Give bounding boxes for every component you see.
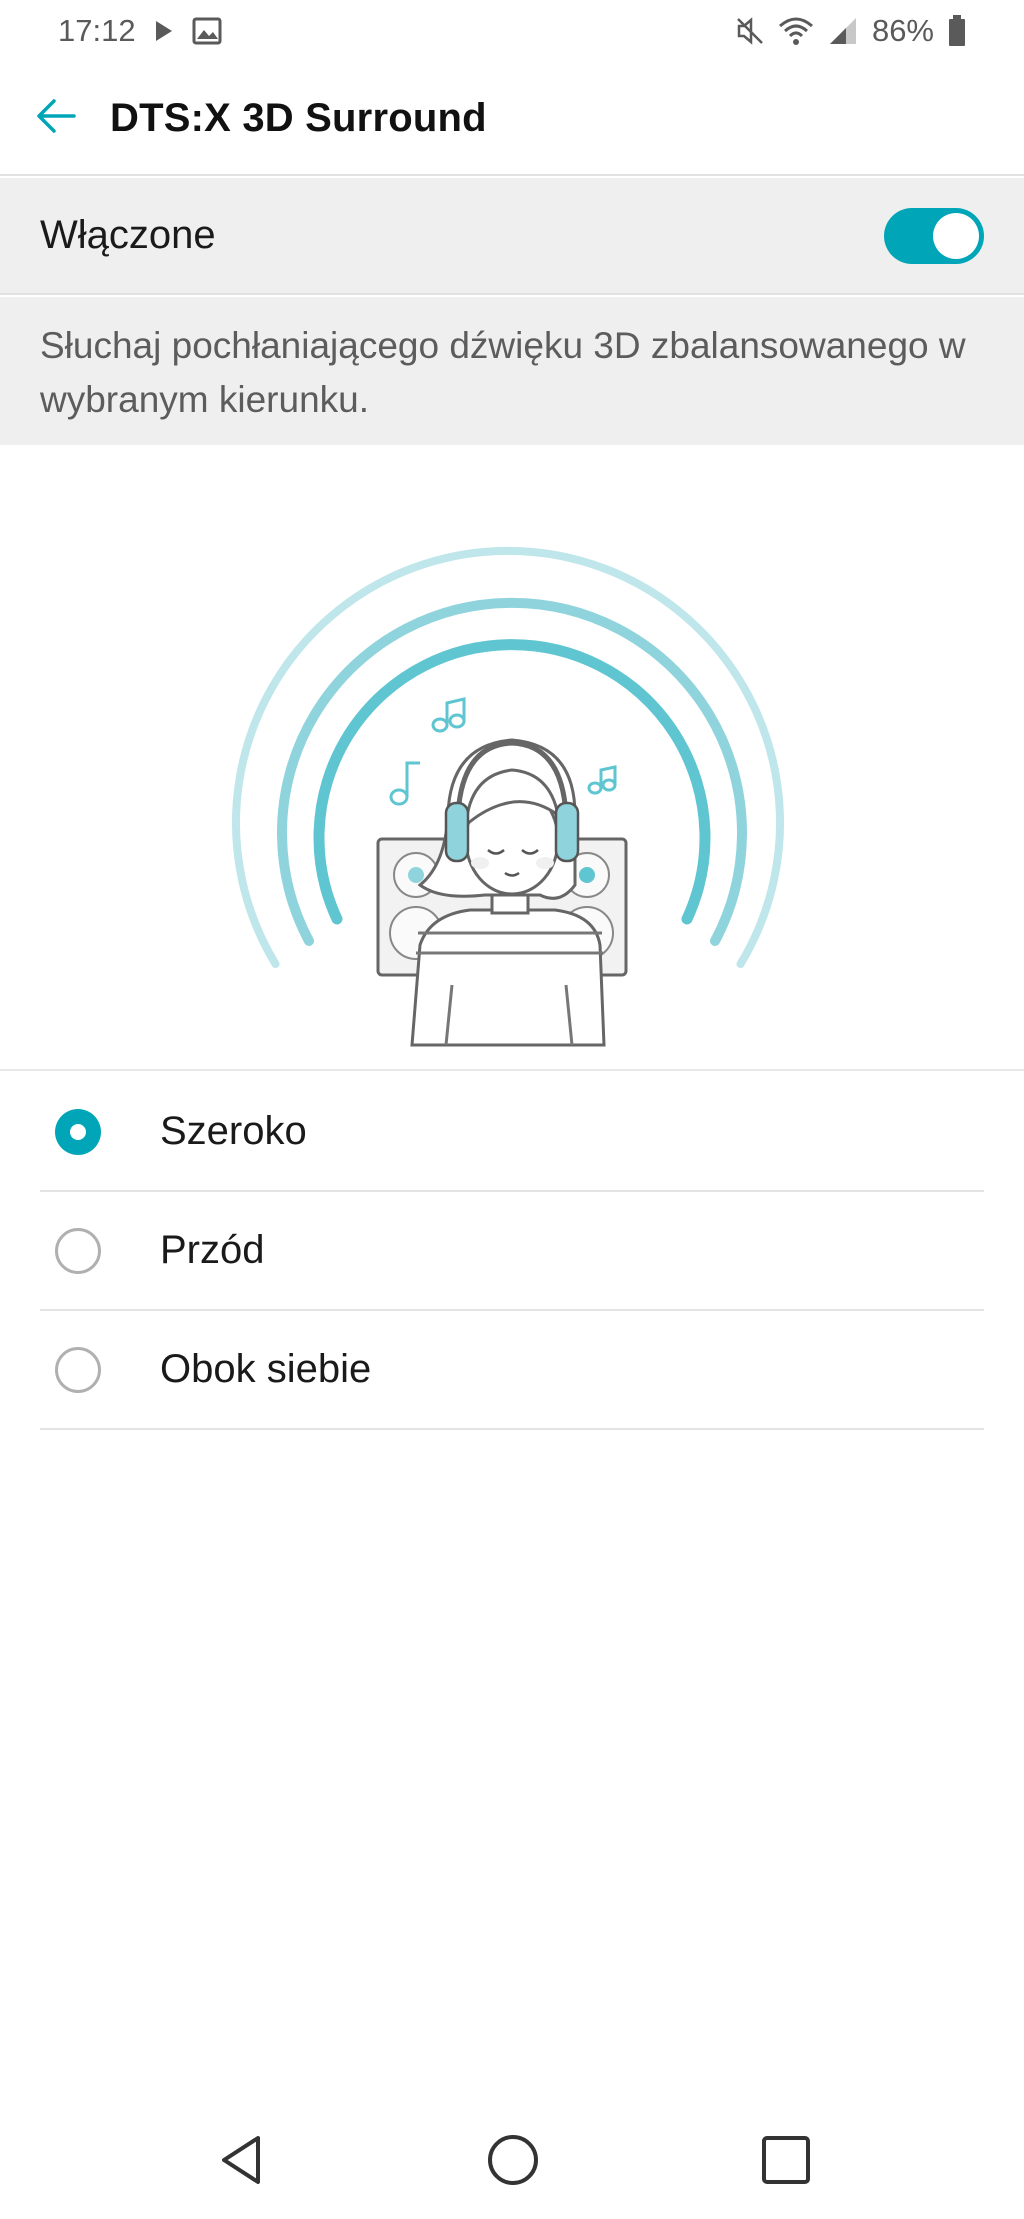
home-icon	[483, 2135, 543, 2194]
battery-percent: 86%	[871, 13, 934, 48]
back-icon	[212, 2136, 272, 2194]
radio-button[interactable]	[55, 1346, 101, 1393]
nav-back-button[interactable]	[212, 2130, 272, 2190]
battery-icon	[948, 15, 966, 47]
nav-home-button[interactable]	[483, 2130, 543, 2190]
arrow-left-icon	[34, 98, 76, 139]
option-label: Szeroko	[160, 1109, 307, 1153]
master-switch-label: Włączone	[40, 213, 216, 257]
master-toggle[interactable]	[884, 207, 984, 264]
illustration	[0, 445, 1024, 1071]
option-przod[interactable]: Przód	[40, 1192, 984, 1311]
wifi-icon	[778, 16, 814, 46]
page-title: DTS:X 3D Surround	[110, 95, 487, 140]
play-icon	[154, 20, 174, 42]
image-icon	[192, 17, 222, 45]
signal-icon	[828, 16, 858, 46]
feature-description: Słuchaj pochłaniającego dźwięku 3D zbala…	[0, 297, 1024, 445]
listener-headphones-illustration	[232, 546, 784, 1047]
navigation-bar	[0, 2100, 1024, 2219]
master-switch-row[interactable]: Włączone	[0, 178, 1024, 295]
option-label: Przód	[160, 1228, 265, 1272]
option-label: Obok siebie	[160, 1347, 372, 1391]
mute-icon	[736, 16, 764, 46]
radio-button-selected[interactable]	[55, 1108, 101, 1155]
status-time: 17:12	[58, 13, 136, 48]
toggle-knob	[933, 212, 979, 259]
option-szeroko[interactable]: Szeroko	[40, 1073, 984, 1192]
app-bar: DTS:X 3D Surround	[0, 62, 1024, 176]
status-bar: 17:12 86%	[0, 0, 1024, 62]
surround-mode-options: Szeroko Przód Obok siebie	[40, 1073, 984, 1430]
recents-icon	[756, 2136, 816, 2194]
nav-recents-button[interactable]	[756, 2130, 816, 2190]
option-obok-siebie[interactable]: Obok siebie	[40, 1311, 984, 1430]
radio-button[interactable]	[55, 1227, 101, 1274]
back-button[interactable]	[0, 61, 110, 175]
